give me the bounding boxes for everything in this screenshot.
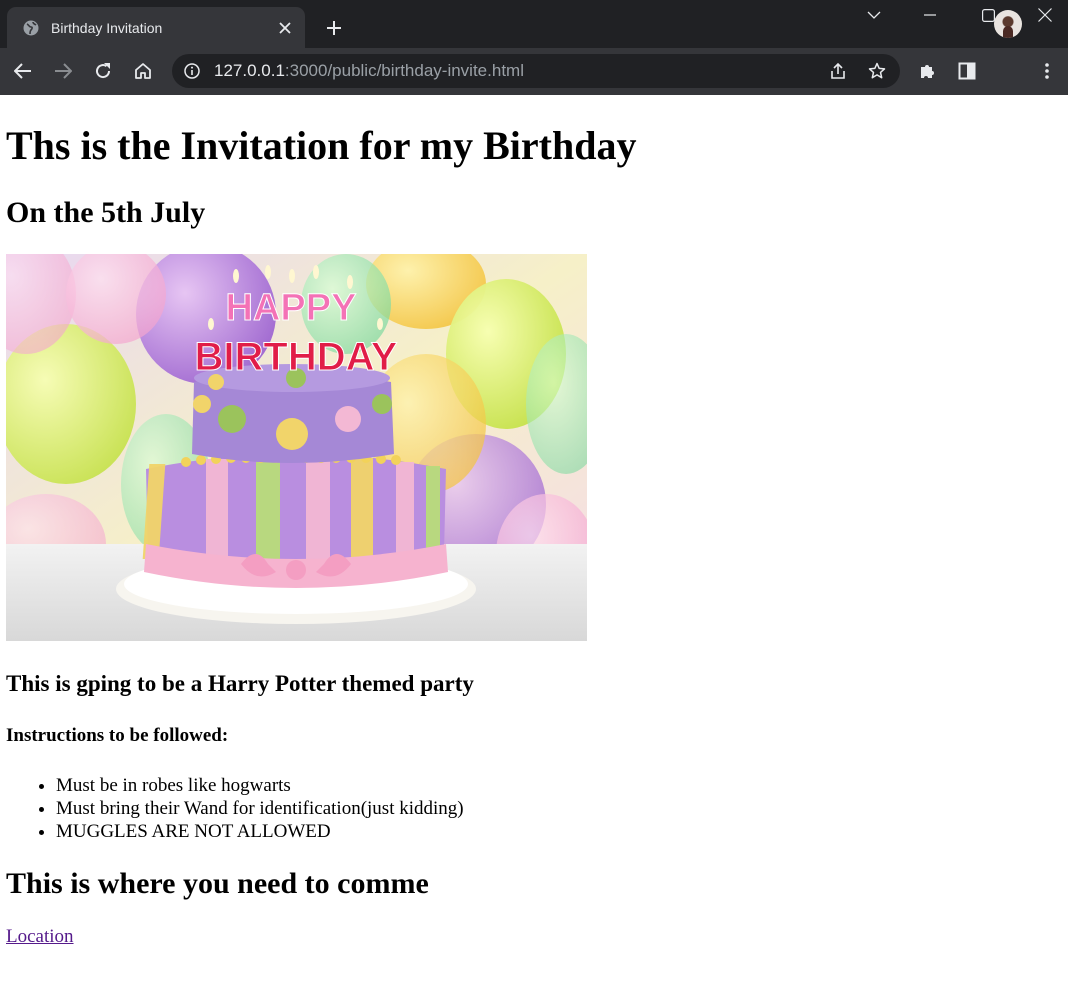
side-panel-icon[interactable] xyxy=(955,59,979,83)
forward-arrow-icon[interactable] xyxy=(49,57,77,85)
list-item: MUGGLES ARE NOT ALLOWED xyxy=(56,820,464,843)
avatar[interactable] xyxy=(994,10,1022,38)
close-icon[interactable] xyxy=(273,16,297,40)
tab-birthday-invitation[interactable]: Birthday Invitation xyxy=(7,7,305,48)
info-icon[interactable] xyxy=(184,63,200,79)
minimize-icon[interactable] xyxy=(907,0,953,30)
where-heading: This is where you need to comme xyxy=(6,867,429,900)
location-link[interactable]: Location xyxy=(6,926,74,948)
birthday-cake-image: HAPPY BIRTHDAY xyxy=(6,254,587,641)
list-item: Must bring their Wand for identification… xyxy=(56,797,464,820)
window-close-icon[interactable] xyxy=(1022,0,1068,30)
puzzle-icon[interactable] xyxy=(915,59,939,83)
address-bar[interactable]: 127.0.0.1:3000/public/birthday-invite.ht… xyxy=(172,54,900,88)
plus-icon[interactable] xyxy=(320,14,348,42)
url-host: 127.0.0.1 xyxy=(214,61,285,80)
birthday-candle-text: BIRTHDAY xyxy=(195,335,398,379)
instructions-list: Must be in robes like hogwarts Must brin… xyxy=(16,774,464,843)
back-arrow-icon[interactable] xyxy=(9,57,37,85)
tab-title: Birthday Invitation xyxy=(51,19,163,36)
tab-strip: Birthday Invitation xyxy=(0,0,1068,48)
url-text[interactable]: 127.0.0.1:3000/public/birthday-invite.ht… xyxy=(214,61,524,81)
url-path: :3000/public/birthday-invite.html xyxy=(284,61,524,80)
globe-icon xyxy=(23,20,39,36)
date-heading: On the 5th July xyxy=(6,196,206,229)
kebab-menu-icon[interactable] xyxy=(1035,59,1059,83)
theme-heading: This is gping to be a Harry Potter theme… xyxy=(6,671,474,696)
instructions-heading: Instructions to be followed: xyxy=(6,725,229,746)
chevron-down-icon[interactable] xyxy=(851,0,897,30)
star-icon[interactable] xyxy=(865,59,889,83)
reload-icon[interactable] xyxy=(89,57,117,85)
toolbar: 127.0.0.1:3000/public/birthday-invite.ht… xyxy=(0,48,1068,95)
share-icon[interactable] xyxy=(826,59,850,83)
page-content: Ths is the Invitation for my Birthday On… xyxy=(0,95,1068,1001)
home-icon[interactable] xyxy=(129,57,157,85)
list-item: Must be in robes like hogwarts xyxy=(56,774,464,797)
happy-candle-text: HAPPY xyxy=(226,287,357,329)
page-title: Ths is the Invitation for my Birthday xyxy=(6,123,637,168)
browser-chrome: Birthday Invitation 127.0.0.1:3000/publi… xyxy=(0,0,1068,95)
